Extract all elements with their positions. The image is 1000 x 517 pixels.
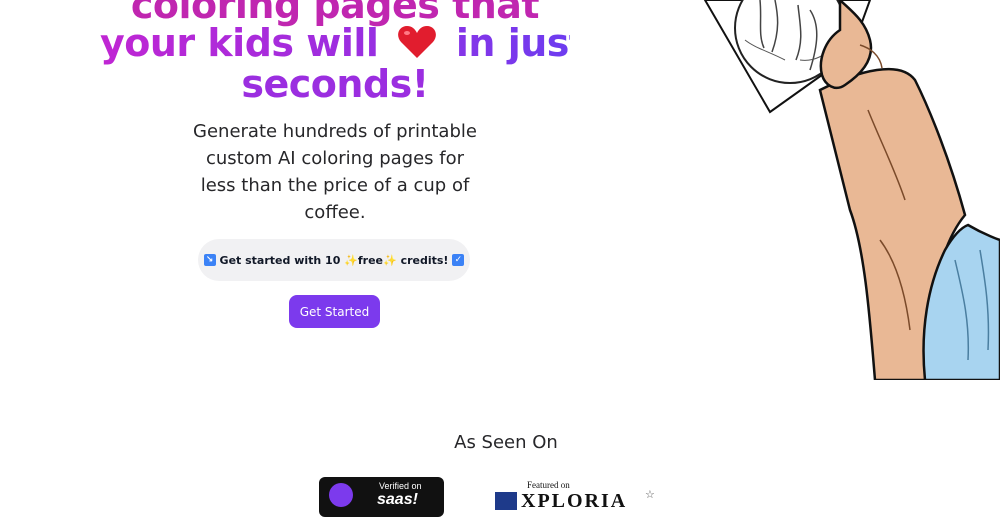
free-credits-banner: ↘ Get started with 10 ✨ free ✨ credits! … — [198, 239, 470, 281]
check-box-icon: ✓ — [452, 254, 465, 266]
free-word: free — [357, 253, 384, 267]
sparkles-icon: ✨ — [383, 253, 401, 267]
hero-heading: coloring pages that your kids will in ju… — [100, 0, 570, 103]
featured-on-xploria-badge[interactable]: Featured on XPLORIA ☆ — [493, 478, 663, 512]
hero-heading-line-2: your kids will in just — [100, 24, 570, 65]
hero-heading-text: in just — [455, 21, 587, 65]
star-icon: ☆ — [645, 489, 655, 501]
xploria-logo-icon — [495, 492, 517, 510]
hero-subtitle: Generate hundreds of printable custom AI… — [193, 121, 477, 223]
arrow-down-right-icon: ↘ — [203, 254, 216, 266]
hero-heading-text: your kids will — [100, 21, 379, 65]
verified-on-saas-badge[interactable]: Verified on saas! — [319, 477, 444, 517]
hero-heading-line-3: seconds! — [241, 62, 429, 106]
badge-small-text: Verified on — [379, 481, 422, 491]
badge-big-text: XPLORIA — [521, 490, 628, 512]
get-started-button[interactable]: Get Started — [289, 295, 380, 328]
heart-icon — [397, 25, 437, 65]
sparkles-icon: ✨ — [340, 253, 358, 267]
free-credits-text: credits! — [400, 253, 449, 267]
hand-holding-coloring-page-illustration — [703, 0, 1000, 380]
badge-small-text: Featured on — [527, 480, 570, 490]
free-credits-text: Get started with 10 — [219, 253, 341, 267]
as-seen-on-heading: As Seen On — [454, 432, 558, 453]
badge-big-text: saas! — [377, 491, 418, 508]
gear-icon — [329, 483, 353, 507]
